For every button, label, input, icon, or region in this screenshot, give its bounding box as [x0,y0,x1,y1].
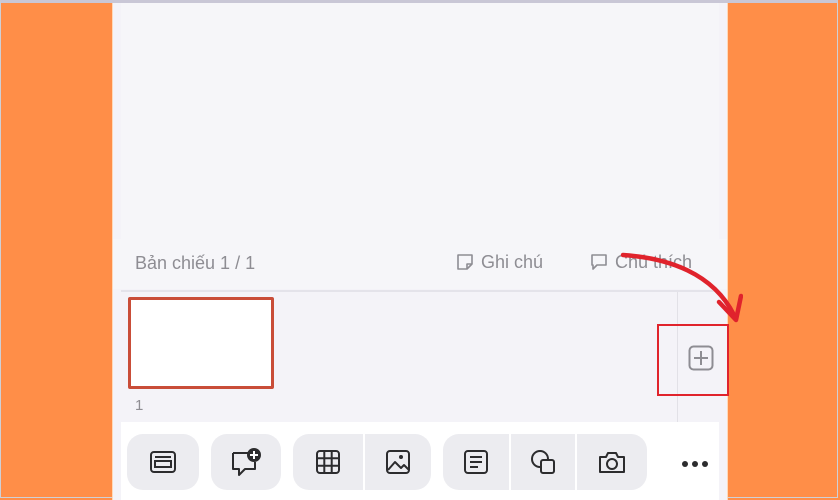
insert-shape-button[interactable] [511,434,575,490]
insert-image-button[interactable] [365,434,431,490]
comments-label: Chú thích [615,251,693,272]
add-slide-button[interactable] [688,345,714,371]
more-options-button[interactable] [675,452,715,476]
slide-layout-button[interactable] [127,434,199,490]
app-screen: Bản chiếu 1 / 1 Ghi chú Chú thích 1 [112,3,743,500]
image-icon [386,450,410,474]
slide-canvas[interactable] [121,3,719,239]
insert-table-button[interactable] [293,434,363,490]
add-comment-button[interactable] [211,434,281,490]
insert-text-box-button[interactable] [443,434,509,490]
more-icon [682,461,708,467]
table-icon [316,450,340,474]
notes-label: Ghi chú [481,251,544,272]
notes-button[interactable]: Ghi chú [455,249,543,275]
comments-button[interactable]: Chú thích [589,249,692,275]
text-box-icon [464,450,488,474]
slide-count-label: Bản chiếu 1 / 1 [135,253,256,273]
comment-bubble-icon [591,254,607,270]
slide-thumbnail[interactable] [128,297,274,389]
camera-icon [599,452,625,473]
add-comment-icon [232,448,261,476]
slide-thumbnail-number: 1 [135,397,144,414]
slide-layout-icon [150,451,176,473]
insert-camera-button[interactable] [577,434,647,490]
shapes-icon [531,450,555,474]
plus-square-icon [688,345,714,371]
note-icon [457,254,473,270]
